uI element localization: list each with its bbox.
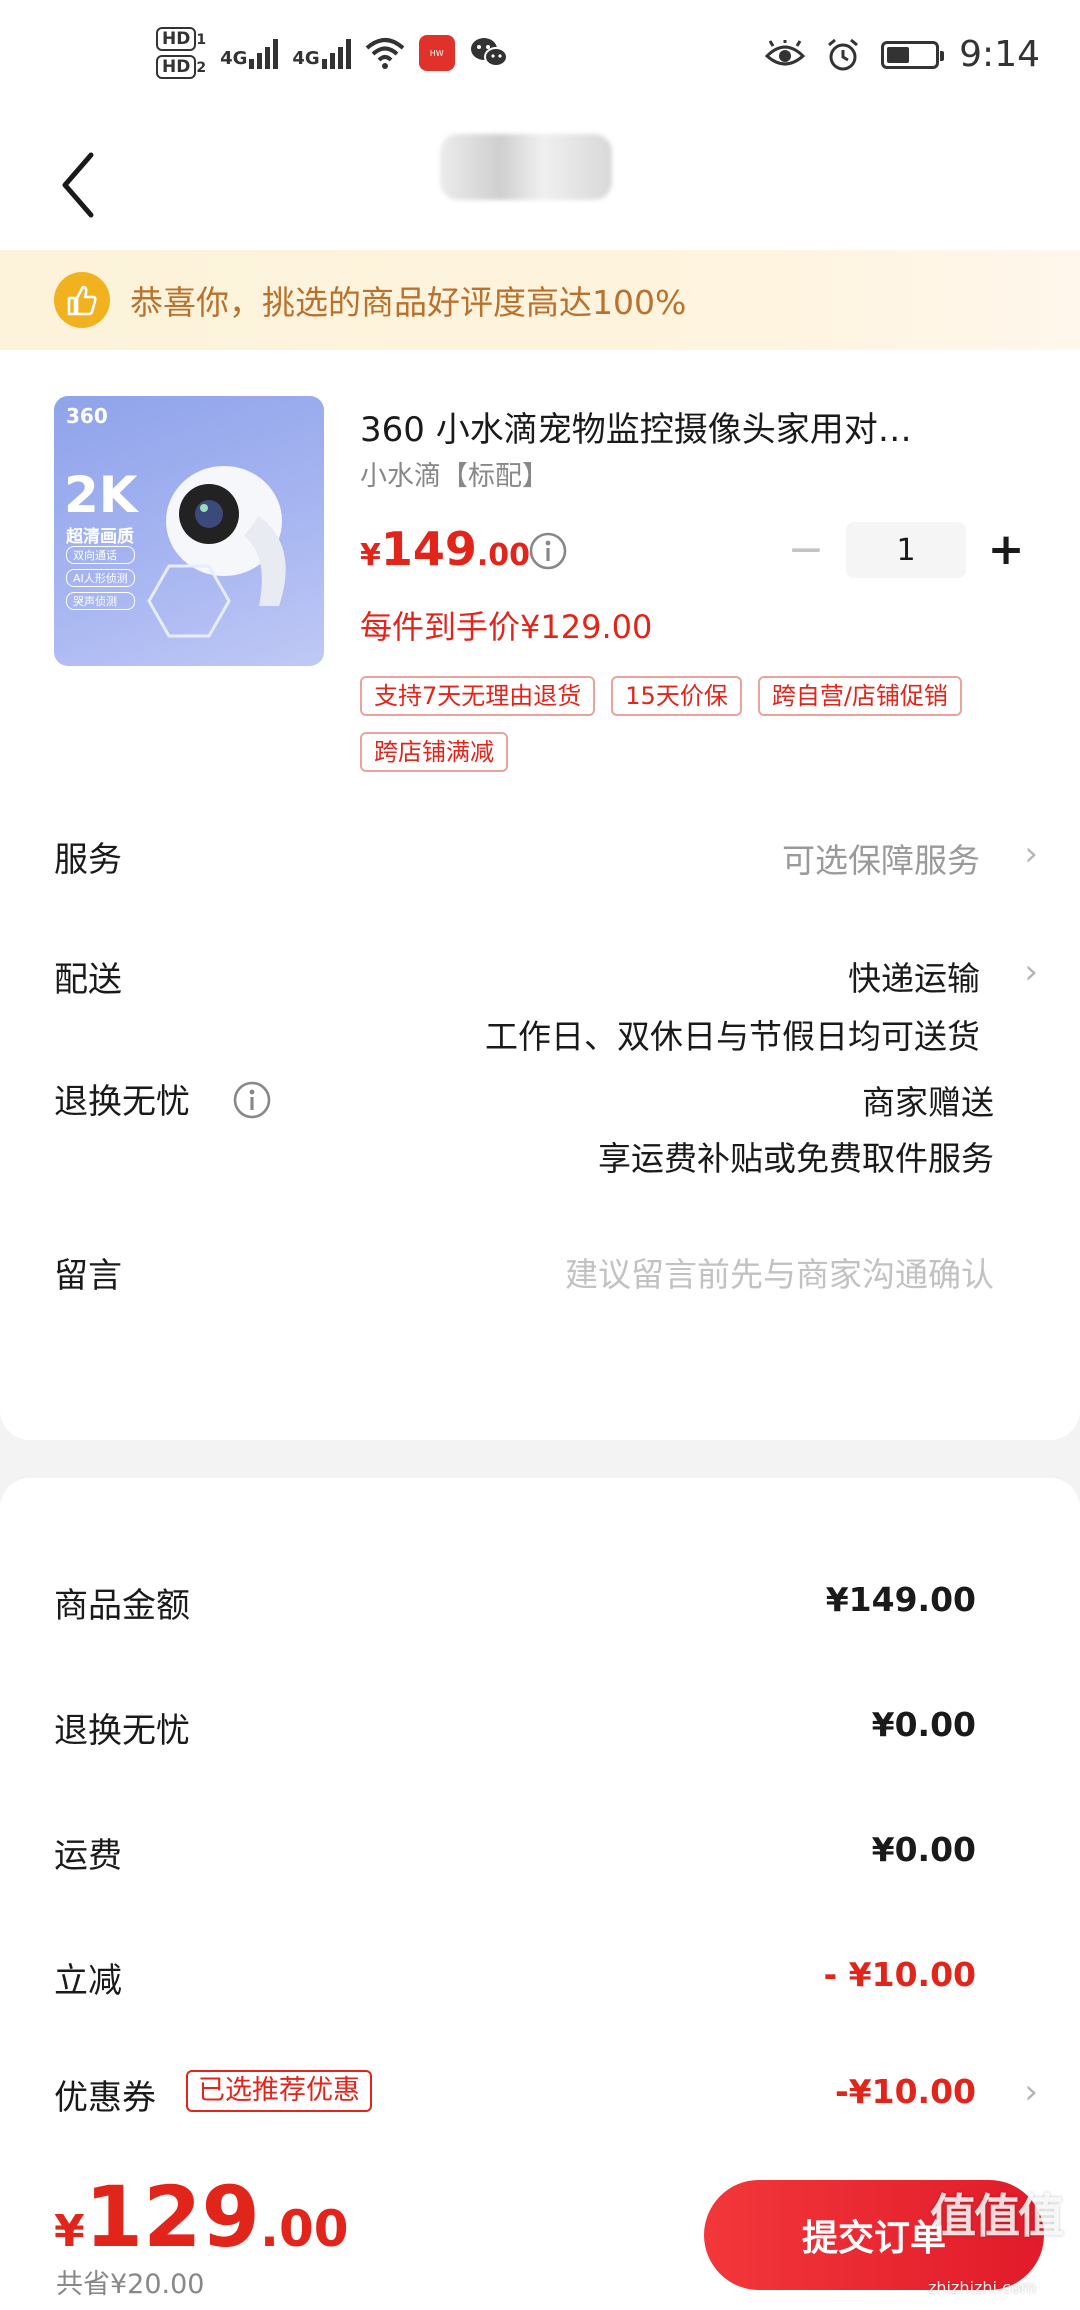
coupon-selected-tag[interactable]: 已选推荐优惠 bbox=[186, 2070, 372, 2112]
signal-2-icon: 4G bbox=[292, 37, 351, 69]
promo-tag: 支持7天无理由退货 bbox=[360, 676, 596, 716]
increase-quantity-button[interactable]: + bbox=[976, 522, 1036, 578]
quantity-value[interactable]: 1 bbox=[846, 522, 966, 578]
blurred-page-title bbox=[440, 134, 612, 200]
price-integer: 149 bbox=[380, 522, 477, 576]
product-title[interactable]: 360 小水滴宠物监控摄像头家用对… bbox=[360, 402, 1000, 451]
image-feature-list: 双向通话 AI人形侦测 哭声侦测 bbox=[66, 546, 135, 610]
delivery-chevron-icon[interactable]: › bbox=[1024, 952, 1038, 992]
return-value: 商家赠送 bbox=[862, 1083, 994, 1122]
hd1-sub: 1 bbox=[196, 32, 207, 48]
promo-tag: 跨店铺满减 bbox=[360, 732, 508, 772]
total-integer: 129 bbox=[84, 2168, 260, 2266]
return-fee-label: 退换无忧 bbox=[54, 1711, 190, 1751]
goods-amount-label: 商品金额 bbox=[54, 1586, 190, 1626]
status-left: HD 1 HD 2 4G 4G HW bbox=[156, 27, 509, 79]
product-spec[interactable]: 小水滴【标配】 bbox=[360, 454, 549, 493]
service-label: 服务 bbox=[54, 840, 122, 880]
message-label: 留言 bbox=[54, 1256, 122, 1296]
signal-2-label: 4G bbox=[292, 48, 320, 69]
price-info-icon[interactable] bbox=[528, 531, 568, 571]
status-bar: HD 1 HD 2 4G 4G HW 9:14 bbox=[0, 0, 1080, 120]
promo-tag: 15天价保 bbox=[611, 676, 742, 716]
instant-discount-value: - ¥10.00 bbox=[823, 1955, 976, 1994]
total-price: ¥ 129 .00 bbox=[54, 2168, 349, 2266]
product-image[interactable]: 360 2K 超清画质 双向通话 AI人形侦测 哭声侦测 bbox=[54, 396, 324, 666]
signal-2-bars bbox=[321, 37, 351, 69]
total-currency: ¥ bbox=[54, 2206, 85, 2257]
watermark-logo: 值值值 bbox=[930, 2189, 1064, 2243]
hd2-indicator: HD 2 bbox=[156, 55, 207, 79]
price-currency: ¥ bbox=[360, 538, 381, 573]
return-subtext: 享运费补贴或免费取件服务 bbox=[598, 1139, 994, 1178]
coupon-value[interactable]: -¥10.00 bbox=[835, 2072, 976, 2111]
hd2-badge: HD bbox=[156, 55, 197, 79]
nav-bar bbox=[0, 120, 1080, 250]
signal-1-icon: 4G bbox=[220, 37, 279, 69]
battery-icon bbox=[881, 40, 945, 69]
promo-tag: 跨自营/店铺促销 bbox=[757, 676, 962, 716]
goods-amount-value: ¥149.00 bbox=[825, 1580, 976, 1619]
return-fee-value: ¥0.00 bbox=[871, 1705, 976, 1744]
return-label: 退换无忧 bbox=[54, 1082, 190, 1122]
signal-1-label: 4G bbox=[220, 48, 248, 69]
hd1-indicator: HD 1 bbox=[156, 27, 207, 51]
image-feature: AI人形侦测 bbox=[66, 569, 135, 587]
image-feature: 双向通话 bbox=[66, 546, 135, 564]
back-arrow-icon[interactable] bbox=[55, 145, 105, 225]
signal-1-bars bbox=[249, 37, 279, 69]
coupon-label: 优惠券 bbox=[54, 2078, 156, 2118]
delivery-label: 配送 bbox=[54, 960, 122, 1000]
total-decimal: .00 bbox=[259, 2200, 349, 2258]
shipping-fee-value: ¥0.00 bbox=[871, 1830, 976, 1869]
service-value[interactable]: 可选保障服务 bbox=[782, 834, 980, 882]
per-item-price: 每件到手价¥129.00 bbox=[360, 608, 653, 646]
message-input[interactable]: 建议留言前先与商家沟通确认 bbox=[565, 1248, 994, 1296]
watermark-url: zhizhizhi.com bbox=[928, 2278, 1037, 2297]
huawei-app-icon: HW bbox=[418, 35, 455, 71]
image-subtitle: 超清画质 bbox=[66, 527, 134, 547]
brand-logo: 360 bbox=[66, 404, 108, 428]
hd2-sub: 2 bbox=[196, 60, 207, 76]
delivery-subtext: 工作日、双休日与节假日均可送货 bbox=[485, 1017, 980, 1056]
hd1-badge: HD bbox=[156, 27, 197, 51]
clock-time: 9:14 bbox=[959, 34, 1040, 75]
coupon-chevron-icon[interactable]: › bbox=[1024, 2072, 1038, 2112]
image-feature: 哭声侦测 bbox=[66, 592, 135, 610]
service-chevron-icon[interactable]: › bbox=[1024, 834, 1038, 874]
product-price: ¥ 149 .00 bbox=[360, 522, 530, 576]
eye-icon bbox=[765, 39, 806, 65]
status-right: 9:14 bbox=[765, 34, 1040, 75]
wifi-icon bbox=[365, 38, 405, 69]
total-saved: 共省¥20.00 bbox=[56, 2269, 205, 2300]
price-decimal: .00 bbox=[476, 538, 531, 573]
instant-discount-label: 立减 bbox=[54, 1961, 122, 2001]
shipping-fee-label: 运费 bbox=[54, 1836, 122, 1876]
quantity-stepper: − 1 + bbox=[776, 522, 1036, 578]
image-headline: 2K bbox=[64, 466, 138, 524]
hd-indicators: HD 1 HD 2 bbox=[156, 27, 207, 79]
wechat-icon bbox=[470, 38, 508, 67]
praise-banner: 恭喜你，挑选的商品好评度高达100% bbox=[0, 250, 1080, 350]
delivery-value[interactable]: 快递运输 bbox=[848, 952, 980, 1000]
decrease-quantity-button[interactable]: − bbox=[776, 522, 836, 578]
return-info-icon[interactable] bbox=[232, 1080, 272, 1120]
banner-text: 恭喜你，挑选的商品好评度高达100% bbox=[130, 283, 687, 322]
order-card: 360 2K 超清画质 双向通话 AI人形侦测 哭声侦测 360 小水滴宠物监控… bbox=[0, 350, 1080, 1440]
promo-tags: 支持7天无理由退货 15天价保 跨自营/店铺促销 跨店铺满减 bbox=[360, 676, 1050, 772]
thumbs-up-icon bbox=[54, 272, 110, 328]
alarm-icon bbox=[828, 38, 859, 70]
